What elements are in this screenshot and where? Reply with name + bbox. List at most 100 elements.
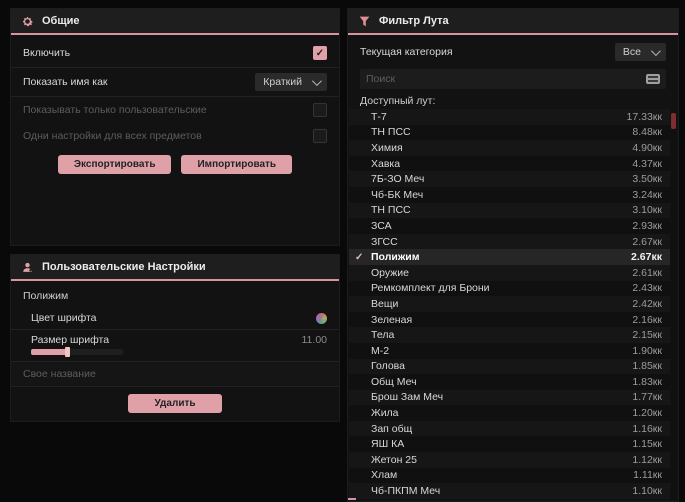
item-value: 1.77кк xyxy=(632,391,662,404)
list-item[interactable]: Брош Зам Меч 1.77кк xyxy=(349,389,670,406)
list-item[interactable]: 7Б-ЗО Меч 3.50кк xyxy=(349,171,670,187)
list-item[interactable]: ТН ПСС 3.10кк xyxy=(349,202,670,219)
item-value: 1.10кк xyxy=(632,485,662,498)
item-name: ТН ПСС xyxy=(371,204,411,217)
palette-icon[interactable] xyxy=(316,312,327,324)
category-value: Все xyxy=(622,46,641,58)
check-icon: ✓ xyxy=(355,251,364,263)
item-value: 2.67кк xyxy=(631,251,662,264)
list-item[interactable]: Чб-ПКПМ Меч 1.10кк xyxy=(349,483,670,499)
list-item[interactable]: ЗГСС 2.67кк xyxy=(349,233,670,250)
app-window: Общие Включить ✓ Показать имя как Кратки… xyxy=(0,0,685,502)
item-name: Брош Зам Меч xyxy=(371,391,444,404)
search-input[interactable]: Поиск xyxy=(360,69,666,89)
font-size-slider[interactable] xyxy=(31,347,123,357)
item-value: 2.16кк xyxy=(632,313,662,326)
item-name: Хлам xyxy=(371,469,398,482)
enable-label: Включить xyxy=(23,47,71,59)
item-value: 2.43кк xyxy=(632,282,662,295)
item-value: 1.20кк xyxy=(632,407,662,420)
list-item[interactable]: Зеленая 2.16кк xyxy=(349,311,670,328)
category-dropdown[interactable]: Все xyxy=(614,43,666,61)
panel-general-header[interactable]: Общие xyxy=(11,9,339,33)
item-value: 4.37кк xyxy=(632,157,662,170)
scrollbar[interactable] xyxy=(671,111,676,499)
list-item[interactable]: ЗСА 2.93кк xyxy=(349,218,670,234)
list-item[interactable]: Хлам 1.11кк xyxy=(349,467,670,484)
list-item[interactable]: Чб-БК Меч 3.24кк xyxy=(349,186,670,203)
list-item[interactable]: М-2 1.90кк xyxy=(349,342,670,359)
custom-name-input[interactable]: Свое название xyxy=(11,362,339,387)
list-item[interactable]: Оружие 2.61кк xyxy=(349,264,670,281)
item-name: Вещи xyxy=(371,297,399,310)
panel-user-settings-header[interactable]: Пользовательские Настройки xyxy=(11,255,339,279)
list-item[interactable]: Ремкомплект для Брони 2.43кк xyxy=(349,280,670,297)
show-name-value: Краткий xyxy=(263,76,302,88)
item-name: Тела xyxy=(371,329,395,342)
item-value: 8.48кк xyxy=(632,126,662,139)
delete-button[interactable]: Удалить xyxy=(128,393,222,413)
item-name: ЯШ КА xyxy=(371,438,405,451)
list-item[interactable]: ✓ Полижим 2.67кк xyxy=(349,249,670,265)
item-value: 1.12кк xyxy=(632,453,662,466)
item-value: 2.61кк xyxy=(632,266,662,279)
item-value: 2.93кк xyxy=(632,219,662,232)
item-value: 3.50кк xyxy=(632,173,662,186)
item-name: Зап общ xyxy=(371,422,413,435)
list-item[interactable]: Общ Меч 1.83кк xyxy=(349,374,670,390)
custom-name-placeholder: Свое название xyxy=(23,368,96,380)
item-name: Жетон 25 xyxy=(371,453,417,466)
list-item[interactable]: Жетон 25 1.12кк xyxy=(349,452,670,468)
list-item[interactable]: Зап общ 1.16кк xyxy=(349,420,670,437)
same-settings-checkbox[interactable] xyxy=(313,129,327,143)
slider-fill xyxy=(31,349,69,355)
item-value: 1.11кк xyxy=(633,469,662,482)
list-item[interactable]: Голова 1.85кк xyxy=(349,358,670,375)
panel-general: Общие Включить ✓ Показать имя как Кратки… xyxy=(10,8,340,246)
slider-handle[interactable] xyxy=(65,347,70,357)
panel-loot-filter-title: Фильтр Лута xyxy=(379,15,449,27)
list-item[interactable]: ЯШ КА 1.15кк xyxy=(349,436,670,453)
chevron-down-icon xyxy=(311,75,322,86)
item-name: Оружие xyxy=(371,266,409,279)
item-name: 7Б-ЗО Меч xyxy=(371,173,425,186)
import-button[interactable]: Импортировать xyxy=(181,154,293,174)
font-size-label: Размер шрифта xyxy=(31,334,110,346)
accent-underline xyxy=(348,33,678,35)
enable-checkbox[interactable]: ✓ xyxy=(313,46,327,60)
funnel-icon xyxy=(359,16,370,26)
list-item[interactable]: Тела 2.15кк xyxy=(349,327,670,343)
item-name: Ремкомплект для Брони xyxy=(371,282,490,295)
resize-grip[interactable] xyxy=(348,498,356,500)
category-label: Текущая категория xyxy=(360,46,453,58)
item-name: Зеленая xyxy=(371,313,413,326)
export-button[interactable]: Экспортировать xyxy=(57,154,172,174)
item-value: 3.24кк xyxy=(632,188,662,201)
scrollbar-thumb[interactable] xyxy=(671,113,676,129)
item-value: 1.85кк xyxy=(632,360,662,373)
show-name-dropdown[interactable]: Краткий xyxy=(255,73,327,91)
list-item[interactable]: Т-7 17.33кк xyxy=(349,109,670,125)
item-name: ТН ПСС xyxy=(371,126,411,139)
item-name: Хавка xyxy=(371,157,401,170)
gear-icon xyxy=(23,16,33,26)
item-value: 3.10кк xyxy=(632,204,662,217)
panel-loot-filter: Фильтр Лута Текущая категория Все Поиск … xyxy=(347,8,679,502)
show-name-label: Показать имя как xyxy=(23,76,108,88)
list-item[interactable]: Вещи 2.42кк xyxy=(349,296,670,312)
panel-loot-filter-header[interactable]: Фильтр Лута xyxy=(348,9,678,33)
selected-item-name: Полижим xyxy=(23,290,69,302)
list-item[interactable]: Хавка 4.37кк xyxy=(349,155,670,172)
only-custom-label: Показывать только пользовательские xyxy=(23,104,207,116)
panel-user-settings: Пользовательские Настройки Полижим Цвет … xyxy=(10,254,340,422)
list-item[interactable]: ТН ПСС 8.48кк xyxy=(349,124,670,141)
font-color-label: Цвет шрифта xyxy=(31,312,97,324)
item-name: Чб-БК Меч xyxy=(371,188,424,201)
keyboard-icon[interactable] xyxy=(646,74,660,84)
list-item[interactable]: Химия 4.90кк xyxy=(349,140,670,156)
item-name: ЗСА xyxy=(371,219,392,232)
accent-underline xyxy=(11,279,339,281)
only-custom-checkbox[interactable] xyxy=(313,103,327,117)
list-item[interactable]: Жила 1.20кк xyxy=(349,405,670,421)
item-name: Общ Меч xyxy=(371,375,417,388)
